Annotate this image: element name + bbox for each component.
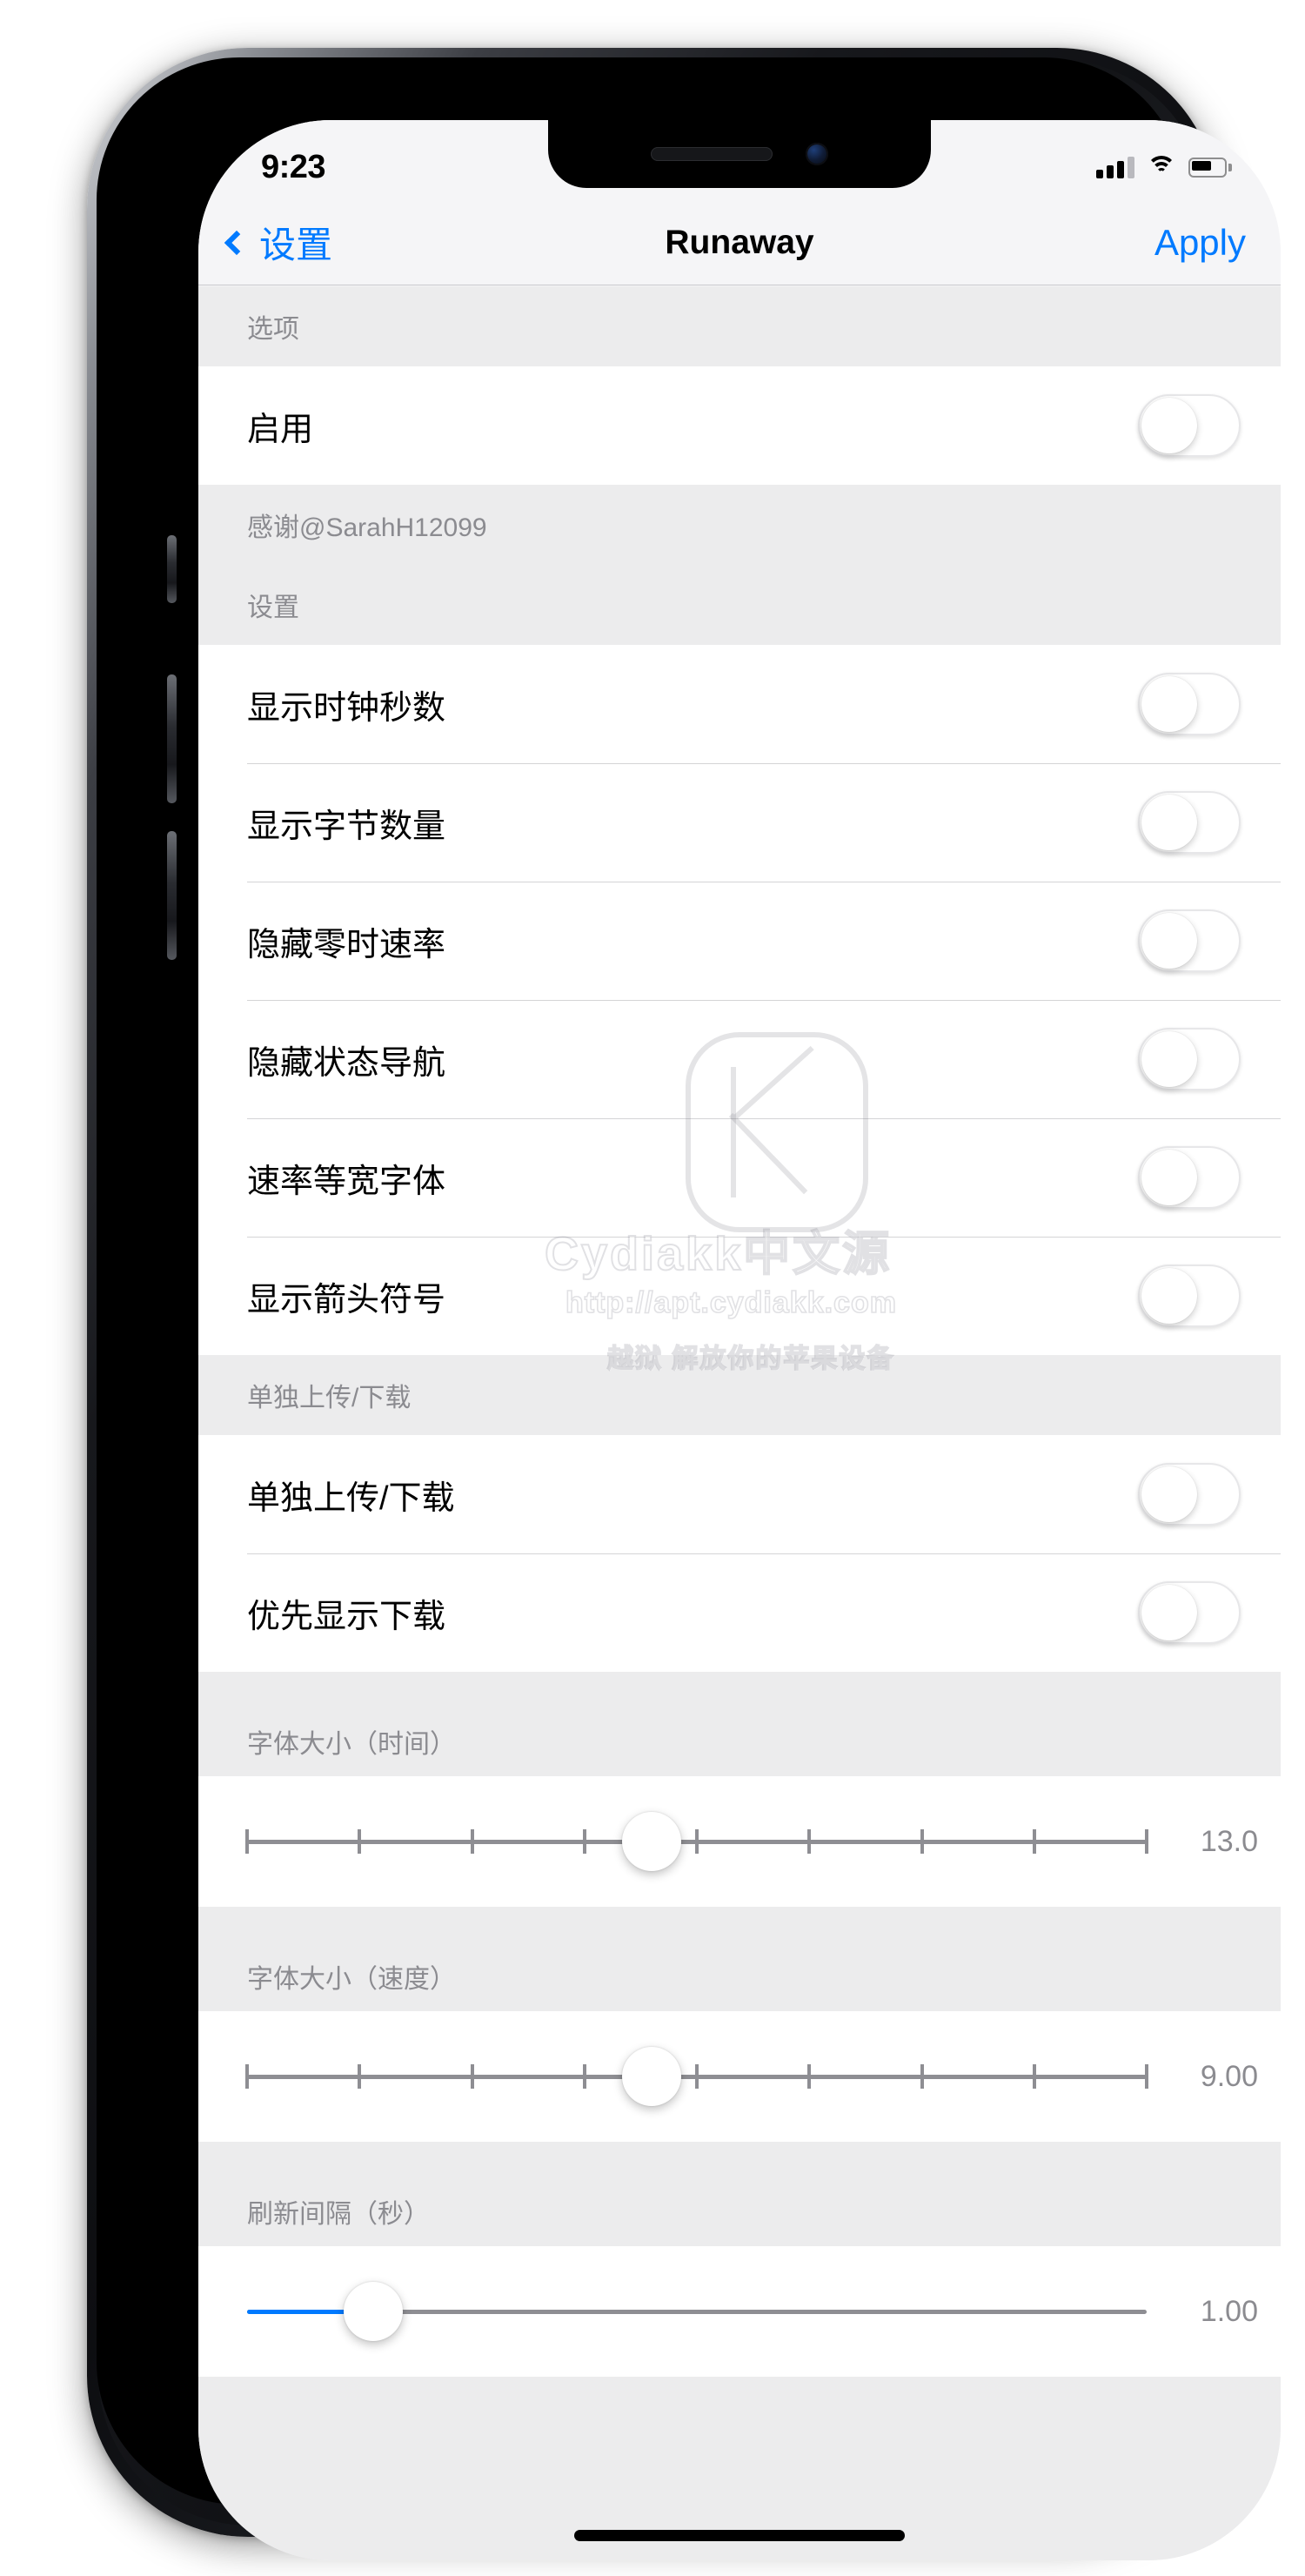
section-header: 感谢@SarahH12099 [198,485,1281,565]
slider-control[interactable] [245,1812,1148,1871]
toggle-switch-knob [1141,1268,1197,1324]
battery-icon [1188,157,1232,178]
settings-row-label: 隐藏状态导航 [247,1044,446,1082]
status-bar-indicators [1096,156,1232,178]
toggle-switch-knob [1141,1031,1197,1087]
settings-row-label: 优先显示下载 [247,1598,446,1635]
settings-row-label: 显示箭头符号 [247,1281,446,1318]
settings-row[interactable]: 隐藏零时速率 [198,882,1281,1000]
screenshot-stage: 9:23 设置 Runaway Apply 选项 启用 感谢@SarahH120… [0,0,1305,2576]
toggle-switch-knob [1141,676,1197,732]
settings-row[interactable]: 优先显示下载 [198,1553,1281,1672]
settings-row[interactable]: 显示时钟秒数 [198,645,1281,763]
slider-ticks [245,1829,1148,1854]
section-header: 选项 [198,286,1281,366]
toggle-switch-knob [1141,913,1197,969]
front-camera-icon [806,143,828,165]
wifi-icon [1147,156,1176,178]
volume-up-button[interactable] [167,674,177,803]
navigation-bar: 设置 Runaway Apply [198,200,1281,285]
toggle-switch-knob [1141,1585,1197,1640]
slider-thumb[interactable] [622,2047,682,2106]
apply-button[interactable]: Apply [1154,222,1246,264]
chevron-left-icon [224,230,250,255]
slider-value: 1.00 [1200,2294,1258,2328]
settings-row-label: 速率等宽字体 [247,1163,446,1200]
settings-row-label: 隐藏零时速率 [247,926,446,963]
toggle-switch[interactable] [1138,1463,1241,1526]
earpiece-speaker [651,147,773,161]
settings-row[interactable]: 显示字节数量 [198,763,1281,882]
settings-row-label: 启用 [247,411,314,448]
section-header: 字体大小（速度） [198,1907,1281,2011]
toggle-switch[interactable] [1138,394,1241,457]
section-header: 字体大小（时间） [198,1672,1281,1776]
settings-row[interactable]: 显示箭头符号 [198,1237,1281,1355]
slider-row[interactable]: 9.00 [198,2011,1281,2142]
settings-row[interactable]: 单独上传/下载 [198,1435,1281,1553]
toggle-switch[interactable] [1138,1028,1241,1090]
slider-row[interactable]: 1.00 [198,2246,1281,2377]
settings-row-label: 单独上传/下载 [247,1479,455,1517]
silent-switch-button[interactable] [167,535,177,603]
slider-value: 9.00 [1200,2059,1258,2093]
toggle-switch-knob [1141,795,1197,850]
back-button[interactable]: 设置 [224,216,333,269]
phone-screen: 9:23 设置 Runaway Apply 选项 启用 感谢@SarahH120… [198,120,1281,2560]
section-header: 设置 [198,565,1281,645]
settings-row[interactable]: 隐藏状态导航 [198,1000,1281,1118]
toggle-switch[interactable] [1138,673,1241,735]
toggle-switch-knob [1141,398,1197,453]
device-notch [548,120,931,188]
toggle-switch[interactable] [1138,791,1241,854]
slider-thumb[interactable] [343,2282,403,2341]
page-title: Runaway [665,223,814,261]
slider-row[interactable]: 13.0 [198,1776,1281,1907]
toggle-switch[interactable] [1138,1146,1241,1209]
section-header: 刷新间隔（秒） [198,2142,1281,2246]
settings-row[interactable]: 速率等宽字体 [198,1118,1281,1237]
slider-value: 13.0 [1200,1824,1258,1858]
back-button-label: 设置 [259,225,333,265]
toggle-switch-knob [1141,1466,1197,1522]
toggle-switch[interactable] [1138,909,1241,972]
status-bar-clock: 9:23 [261,148,326,185]
section-header: 单独上传/下载 [198,1355,1281,1435]
volume-down-button[interactable] [167,831,177,960]
settings-row-label: 显示字节数量 [247,808,446,845]
toggle-switch-knob [1141,1150,1197,1205]
home-indicator[interactable] [574,2530,905,2541]
slider-thumb[interactable] [622,1812,682,1871]
toggle-switch[interactable] [1138,1581,1241,1644]
slider-control[interactable] [247,2282,1147,2341]
slider-control[interactable] [245,2047,1148,2106]
toggle-switch[interactable] [1138,1265,1241,1327]
settings-row-label: 显示时钟秒数 [247,689,446,727]
settings-row[interactable]: 启用 [198,366,1281,485]
cellular-signal-icon [1096,156,1134,178]
phone-frame: 9:23 设置 Runaway Apply 选项 启用 感谢@SarahH120… [87,48,1281,2560]
slider-ticks [245,2064,1148,2089]
settings-list[interactable]: 选项启用感谢@SarahH12099 设置显示时钟秒数 显示字节数量 隐藏零时速率 隐藏… [198,286,1281,2560]
